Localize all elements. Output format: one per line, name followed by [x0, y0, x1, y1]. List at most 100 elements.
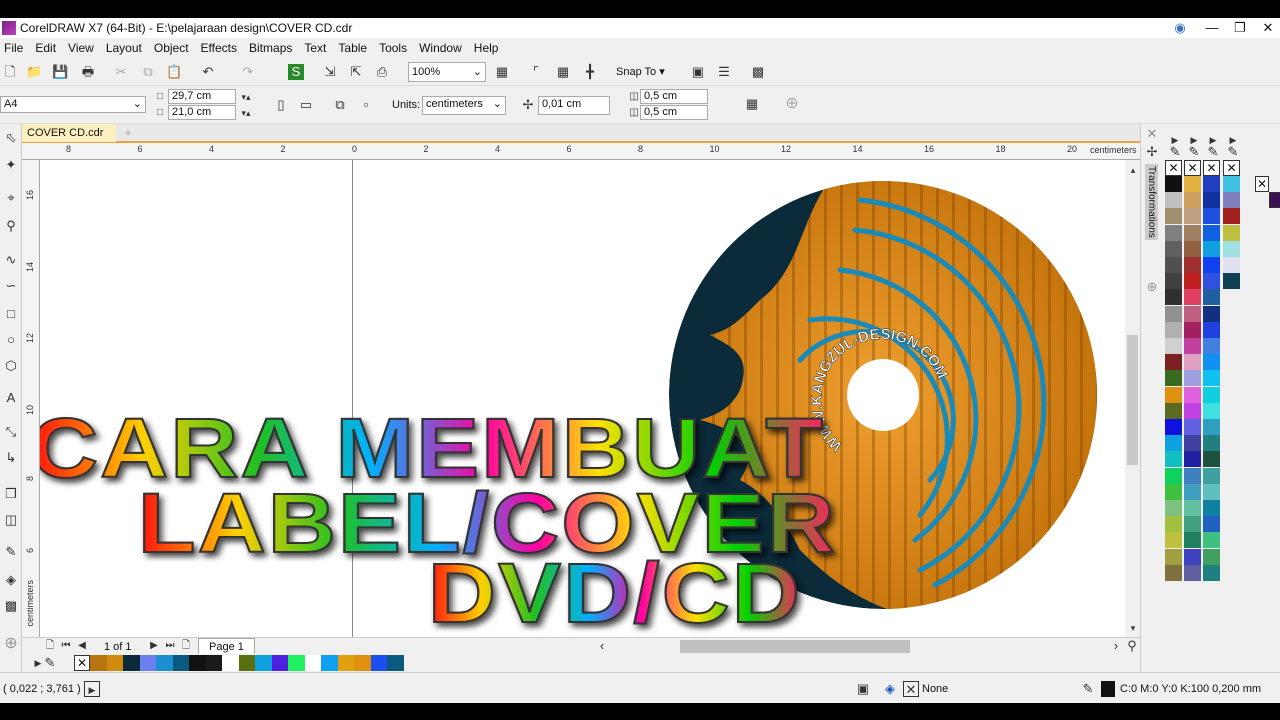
- vertical-ruler[interactable]: 16 14 12 10 8 6 centimeters: [22, 160, 40, 637]
- color-swatch[interactable]: [1203, 273, 1220, 290]
- menu-help[interactable]: Help: [474, 41, 499, 55]
- color-swatch[interactable]: [1223, 240, 1240, 257]
- color-swatch[interactable]: [1184, 483, 1201, 500]
- color-swatch[interactable]: [1165, 240, 1182, 257]
- color-swatch[interactable]: [1184, 240, 1201, 257]
- color-swatch[interactable]: [1223, 224, 1240, 241]
- color-swatch[interactable]: [1203, 467, 1220, 484]
- menu-tools[interactable]: Tools: [379, 41, 407, 55]
- color-swatch[interactable]: [1223, 208, 1240, 225]
- open-icon[interactable]: 📁: [26, 64, 42, 80]
- smart-fill-icon[interactable]: ▩: [3, 598, 19, 614]
- color-swatch[interactable]: [1184, 208, 1201, 225]
- no-color-swatch[interactable]: ✕: [1184, 160, 1201, 176]
- zoom-navigator-icon[interactable]: ⚲: [1124, 638, 1140, 654]
- ellipse-tool-icon[interactable]: ○: [3, 332, 19, 348]
- color-swatch[interactable]: [1165, 548, 1182, 565]
- color-swatch[interactable]: [1184, 321, 1201, 338]
- color-swatch[interactable]: [1203, 516, 1220, 533]
- portrait-icon[interactable]: ▯: [273, 97, 289, 113]
- drop-shadow-icon[interactable]: ❒: [3, 486, 19, 502]
- last-page-icon[interactable]: ⏭: [162, 638, 178, 654]
- color-swatch[interactable]: [1165, 224, 1182, 241]
- duplicate-x-input[interactable]: 0,5 cm: [640, 89, 708, 104]
- color-swatch[interactable]: [1203, 289, 1220, 306]
- color-swatch[interactable]: [1223, 192, 1240, 209]
- color-swatch[interactable]: [1184, 354, 1201, 371]
- page-height-input[interactable]: 21,0 cm: [168, 105, 236, 120]
- customize-toolbox-icon[interactable]: ⊕: [3, 636, 19, 652]
- treat-as-filled-icon[interactable]: ▦: [744, 96, 760, 112]
- color-swatch[interactable]: [1203, 435, 1220, 452]
- color-swatch[interactable]: [1184, 176, 1201, 192]
- close-button[interactable]: ✕: [1254, 18, 1280, 38]
- paste-icon[interactable]: 📋: [166, 64, 182, 80]
- freehand-tool-icon[interactable]: ∿: [3, 252, 19, 268]
- color-swatch[interactable]: [1184, 370, 1201, 387]
- color-swatch[interactable]: [1165, 386, 1182, 403]
- restore-button[interactable]: ❐: [1226, 18, 1254, 38]
- connector-tool-icon[interactable]: ↳: [3, 450, 19, 466]
- color-swatch[interactable]: [1165, 305, 1182, 322]
- menu-layout[interactable]: Layout: [106, 41, 142, 55]
- export-icon[interactable]: ⇱: [348, 64, 364, 80]
- zoom-tool-icon[interactable]: ⚲: [3, 218, 19, 234]
- color-swatch[interactable]: [1203, 176, 1220, 192]
- snap-to-dropdown[interactable]: Snap To ▾: [616, 64, 665, 80]
- full-screen-icon[interactable]: ▦: [494, 64, 510, 80]
- palette-eyedropper-icon[interactable]: ✎: [42, 655, 58, 671]
- minimize-button[interactable]: —: [1198, 18, 1226, 38]
- color-swatch[interactable]: [1203, 402, 1220, 419]
- palette-eyedropper-icon[interactable]: ✎: [1225, 144, 1241, 160]
- transparency-icon[interactable]: ◫: [3, 512, 19, 528]
- color-swatch[interactable]: [1165, 435, 1182, 452]
- color-swatch[interactable]: [304, 655, 321, 671]
- color-swatch[interactable]: [1165, 273, 1182, 290]
- color-swatch[interactable]: [1184, 402, 1201, 419]
- color-swatch[interactable]: [1223, 257, 1240, 273]
- show-grid-icon[interactable]: ▦: [555, 64, 571, 80]
- menu-edit[interactable]: Edit: [35, 41, 56, 55]
- color-swatch[interactable]: [1184, 386, 1201, 403]
- width-spinner[interactable]: ▾▴: [238, 89, 254, 105]
- color-swatch[interactable]: [1165, 257, 1182, 273]
- color-swatch[interactable]: [1165, 516, 1182, 533]
- first-page-icon[interactable]: ⏮: [58, 638, 74, 654]
- add-docker-icon[interactable]: ⊕: [1144, 279, 1160, 295]
- menu-object[interactable]: Object: [154, 41, 189, 55]
- color-swatch[interactable]: [1223, 273, 1240, 290]
- color-swatch[interactable]: [222, 655, 239, 671]
- color-swatch[interactable]: [90, 655, 107, 671]
- close-docker-icon[interactable]: ✕: [1144, 126, 1160, 142]
- menu-bitmaps[interactable]: Bitmaps: [249, 41, 292, 55]
- nudge-distance-input[interactable]: 0,01 cm: [538, 96, 610, 115]
- menu-file[interactable]: File: [4, 41, 23, 55]
- color-swatch[interactable]: [1184, 500, 1201, 516]
- duplicate-y-input[interactable]: 0,5 cm: [640, 105, 708, 120]
- color-swatch[interactable]: [106, 655, 123, 671]
- color-swatch[interactable]: [1165, 338, 1182, 354]
- color-swatch[interactable]: [1184, 516, 1201, 533]
- print-icon[interactable]: 🖶: [80, 64, 96, 80]
- docker-tab-transformations[interactable]: Transformations: [1145, 164, 1158, 240]
- outline-pen-icon[interactable]: ✎: [1080, 681, 1096, 697]
- save-icon[interactable]: 💾: [52, 64, 68, 80]
- add-icon[interactable]: ⊕: [784, 96, 800, 112]
- color-swatch[interactable]: [1184, 192, 1201, 209]
- color-swatch[interactable]: [1184, 273, 1201, 290]
- color-swatch[interactable]: [1203, 257, 1220, 273]
- color-swatch[interactable]: [1184, 338, 1201, 354]
- vertical-scroll-thumb[interactable]: [1127, 335, 1138, 465]
- no-color-swatch[interactable]: ✕: [74, 655, 90, 671]
- color-swatch[interactable]: [370, 655, 387, 671]
- color-swatch[interactable]: [288, 655, 305, 671]
- color-swatch[interactable]: [1165, 354, 1182, 371]
- color-swatch[interactable]: [1165, 370, 1182, 387]
- publish-pdf-icon[interactable]: ⎙: [374, 64, 390, 80]
- scroll-left-icon[interactable]: ‹: [594, 638, 610, 654]
- color-swatch[interactable]: [387, 655, 404, 671]
- no-color-swatch[interactable]: ✕: [1165, 160, 1182, 176]
- no-color-swatch[interactable]: ✕: [1203, 160, 1220, 176]
- fill-icon[interactable]: ◈: [882, 681, 898, 697]
- color-swatch[interactable]: [1203, 500, 1220, 516]
